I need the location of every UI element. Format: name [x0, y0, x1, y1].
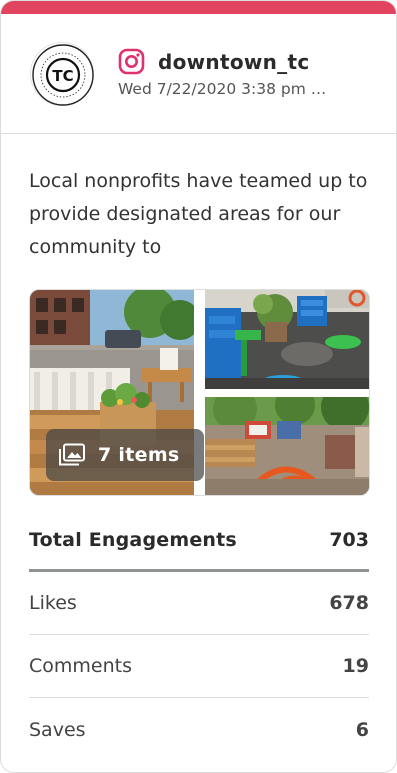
stat-value: 19: [342, 655, 369, 677]
stat-label: Likes: [29, 592, 77, 614]
media-photo-3[interactable]: [205, 397, 369, 495]
stat-label: Saves: [29, 718, 86, 741]
stat-value: 6: [355, 718, 369, 741]
media-gallery[interactable]: 7 items: [29, 289, 370, 496]
post-caption: Local nonprofits have teamed up to provi…: [29, 165, 369, 265]
stat-row-total-engagements: Total Engagements 703: [29, 511, 369, 572]
post-card[interactable]: TC downtown_tc Wed 7/22/2020 3:38 pm … L…: [0, 0, 397, 773]
stat-row-comments: Comments 19: [29, 635, 369, 698]
avatar-text: TC: [52, 67, 73, 85]
stat-value: 703: [329, 529, 369, 551]
stat-value: 678: [329, 592, 369, 614]
stat-row-saves: Saves 6: [29, 698, 369, 761]
logo-icon: TC: [32, 44, 94, 106]
stat-label: Total Engagements: [29, 529, 237, 551]
username[interactable]: downtown_tc: [158, 50, 310, 74]
engagement-stats: Total Engagements 703 Likes 678 Comments…: [29, 511, 369, 761]
gallery-icon: [58, 443, 86, 467]
stat-row-likes: Likes 678: [29, 572, 369, 635]
avatar[interactable]: TC: [30, 42, 94, 106]
instagram-icon: [118, 48, 145, 75]
items-count-label: 7 items: [98, 444, 180, 466]
caption-fade: [29, 232, 369, 265]
post-header: TC downtown_tc Wed 7/22/2020 3:38 pm …: [1, 14, 396, 134]
items-count-badge[interactable]: 7 items: [46, 429, 204, 481]
stat-label: Comments: [29, 655, 132, 677]
media-photo-2[interactable]: [205, 290, 369, 389]
post-timestamp: Wed 7/22/2020 3:38 pm …: [118, 80, 327, 98]
accent-bar: [1, 1, 396, 14]
